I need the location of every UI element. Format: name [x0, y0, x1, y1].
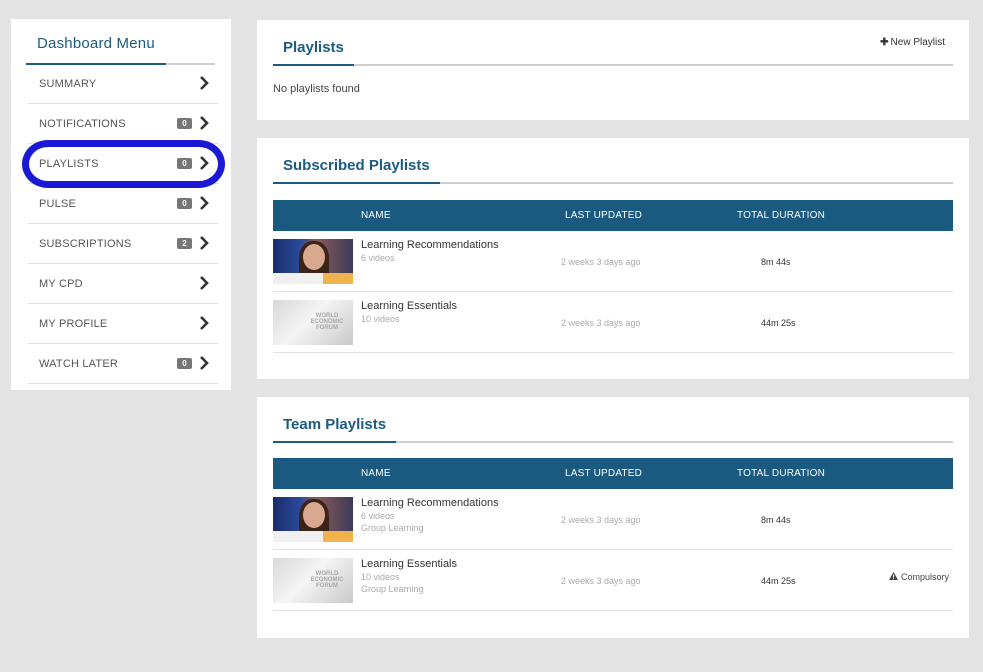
count-badge: 0	[177, 158, 192, 169]
table-header-row: NAME LAST UPDATED TOTAL DURATION	[273, 200, 953, 231]
video-count: 6 videos	[361, 253, 395, 263]
group-name: Group Learning	[361, 584, 424, 594]
row-flag	[867, 489, 953, 550]
video-count: 10 videos	[361, 572, 400, 582]
chevron-right-icon	[200, 236, 209, 250]
panel-header: Playlists ✚ New Playlist	[273, 20, 953, 66]
column-header-name: NAME	[361, 200, 561, 231]
row-flag	[867, 231, 953, 292]
total-duration: 8m 44s	[737, 489, 867, 550]
menu-item-label: MY CPD	[39, 278, 83, 290]
row-flag	[867, 291, 953, 353]
count-badge: 0	[177, 118, 192, 129]
count-badge: 2	[177, 238, 192, 249]
menu-item-label: SUMMARY	[39, 78, 97, 90]
team-playlists-table: NAME LAST UPDATED TOTAL DURATION Learnin…	[273, 458, 953, 611]
plus-icon: ✚	[880, 37, 889, 48]
table-row[interactable]: WORLD ECONOMIC FORUM Learning Essentials…	[273, 549, 953, 611]
playlists-panel: Playlists ✚ New Playlist No playlists fou…	[257, 20, 969, 120]
playlist-name[interactable]: Learning Essentials	[361, 558, 561, 570]
menu-item-notifications[interactable]: NOTIFICATIONS 0	[28, 104, 219, 144]
last-updated: 2 weeks 3 days ago	[561, 549, 737, 611]
thumbnail-logo-text: WORLD ECONOMIC FORUM	[310, 313, 344, 331]
column-header-thumb	[273, 458, 361, 489]
chevron-right-icon	[200, 156, 209, 170]
sidebar-title-wrap: Dashboard Menu	[26, 33, 215, 65]
panel-header: Team Playlists	[273, 397, 953, 443]
dashboard-sidebar: Dashboard Menu SUMMARY NOTIFICATIONS 0 P…	[11, 19, 231, 390]
column-header-name: NAME	[361, 458, 561, 489]
sidebar-title: Dashboard Menu	[26, 33, 166, 65]
subscribed-playlists-panel: Subscribed Playlists NAME LAST UPDATED T…	[257, 138, 969, 379]
video-thumbnail[interactable]: WORLD ECONOMIC FORUM	[273, 558, 353, 603]
column-header-flag	[867, 458, 953, 489]
chevron-right-icon	[200, 76, 209, 90]
menu-item-label: WATCH LATER	[39, 358, 118, 370]
column-header-updated: LAST UPDATED	[561, 200, 737, 231]
playlist-name[interactable]: Learning Recommendations	[361, 497, 561, 509]
chevron-right-icon	[200, 116, 209, 130]
menu-item-watch-later[interactable]: WATCH LATER 0	[28, 344, 219, 384]
menu-item-subscriptions[interactable]: SUBSCRIPTIONS 2	[28, 224, 219, 264]
group-name: Group Learning	[361, 523, 424, 533]
table-row[interactable]: Learning Recommendations 6 videos Group Le…	[273, 489, 953, 550]
row-flag: Compulsory	[867, 549, 953, 611]
video-thumbnail[interactable]: WORLD ECONOMIC FORUM	[273, 300, 353, 345]
new-playlist-button[interactable]: ✚ New Playlist	[880, 37, 945, 48]
total-duration: 44m 25s	[737, 291, 867, 353]
table-header-row: NAME LAST UPDATED TOTAL DURATION	[273, 458, 953, 489]
panel-title: Playlists	[273, 36, 354, 66]
team-playlists-panel: Team Playlists NAME LAST UPDATED TOTAL D…	[257, 397, 969, 638]
last-updated: 2 weeks 3 days ago	[561, 291, 737, 353]
column-header-updated: LAST UPDATED	[561, 458, 737, 489]
menu-item-label: MY PROFILE	[39, 318, 108, 330]
subscribed-playlists-table: NAME LAST UPDATED TOTAL DURATION Learnin…	[273, 200, 953, 353]
warning-icon	[888, 572, 898, 580]
last-updated: 2 weeks 3 days ago	[561, 489, 737, 550]
playlist-name[interactable]: Learning Essentials	[361, 300, 561, 312]
chevron-right-icon	[200, 196, 209, 210]
column-header-flag	[867, 200, 953, 231]
panel-title: Team Playlists	[273, 413, 397, 443]
menu-item-label: NOTIFICATIONS	[39, 118, 126, 130]
empty-message: No playlists found	[273, 83, 360, 95]
new-playlist-label: New Playlist	[890, 37, 945, 48]
menu-item-label: PULSE	[39, 198, 77, 210]
table-row[interactable]: Learning Recommendations 6 videos 2 weeks…	[273, 231, 953, 292]
count-badge: 0	[177, 198, 192, 209]
column-header-thumb	[273, 200, 361, 231]
menu-item-label: PLAYLISTS	[39, 158, 99, 170]
video-count: 10 videos	[361, 314, 400, 324]
chevron-right-icon	[200, 316, 209, 330]
column-header-duration: TOTAL DURATION	[737, 458, 867, 489]
dashboard-menu: SUMMARY NOTIFICATIONS 0 PLAYLISTS 0 PULS…	[28, 64, 219, 384]
thumbnail-logo-text: WORLD ECONOMIC FORUM	[310, 571, 344, 589]
panel-header: Subscribed Playlists	[273, 138, 953, 184]
menu-item-my-profile[interactable]: MY PROFILE	[28, 304, 219, 344]
total-duration: 8m 44s	[737, 231, 867, 292]
last-updated: 2 weeks 3 days ago	[561, 231, 737, 292]
total-duration: 44m 25s	[737, 549, 867, 611]
menu-item-my-cpd[interactable]: MY CPD	[28, 264, 219, 304]
count-badge: 0	[177, 358, 192, 369]
menu-item-label: SUBSCRIPTIONS	[39, 238, 132, 250]
video-count: 6 videos	[361, 511, 395, 521]
chevron-right-icon	[200, 356, 209, 370]
video-thumbnail[interactable]	[273, 239, 353, 284]
table-row[interactable]: WORLD ECONOMIC FORUM Learning Essentials…	[273, 291, 953, 353]
panel-title: Subscribed Playlists	[273, 154, 440, 184]
menu-item-pulse[interactable]: PULSE 0	[28, 184, 219, 224]
chevron-right-icon	[200, 276, 209, 290]
compulsory-label: Compulsory	[900, 572, 949, 582]
video-thumbnail[interactable]	[273, 497, 353, 542]
column-header-duration: TOTAL DURATION	[737, 200, 867, 231]
playlist-name[interactable]: Learning Recommendations	[361, 239, 561, 251]
menu-item-summary[interactable]: SUMMARY	[28, 64, 219, 104]
menu-item-playlists[interactable]: PLAYLISTS 0	[28, 144, 219, 184]
